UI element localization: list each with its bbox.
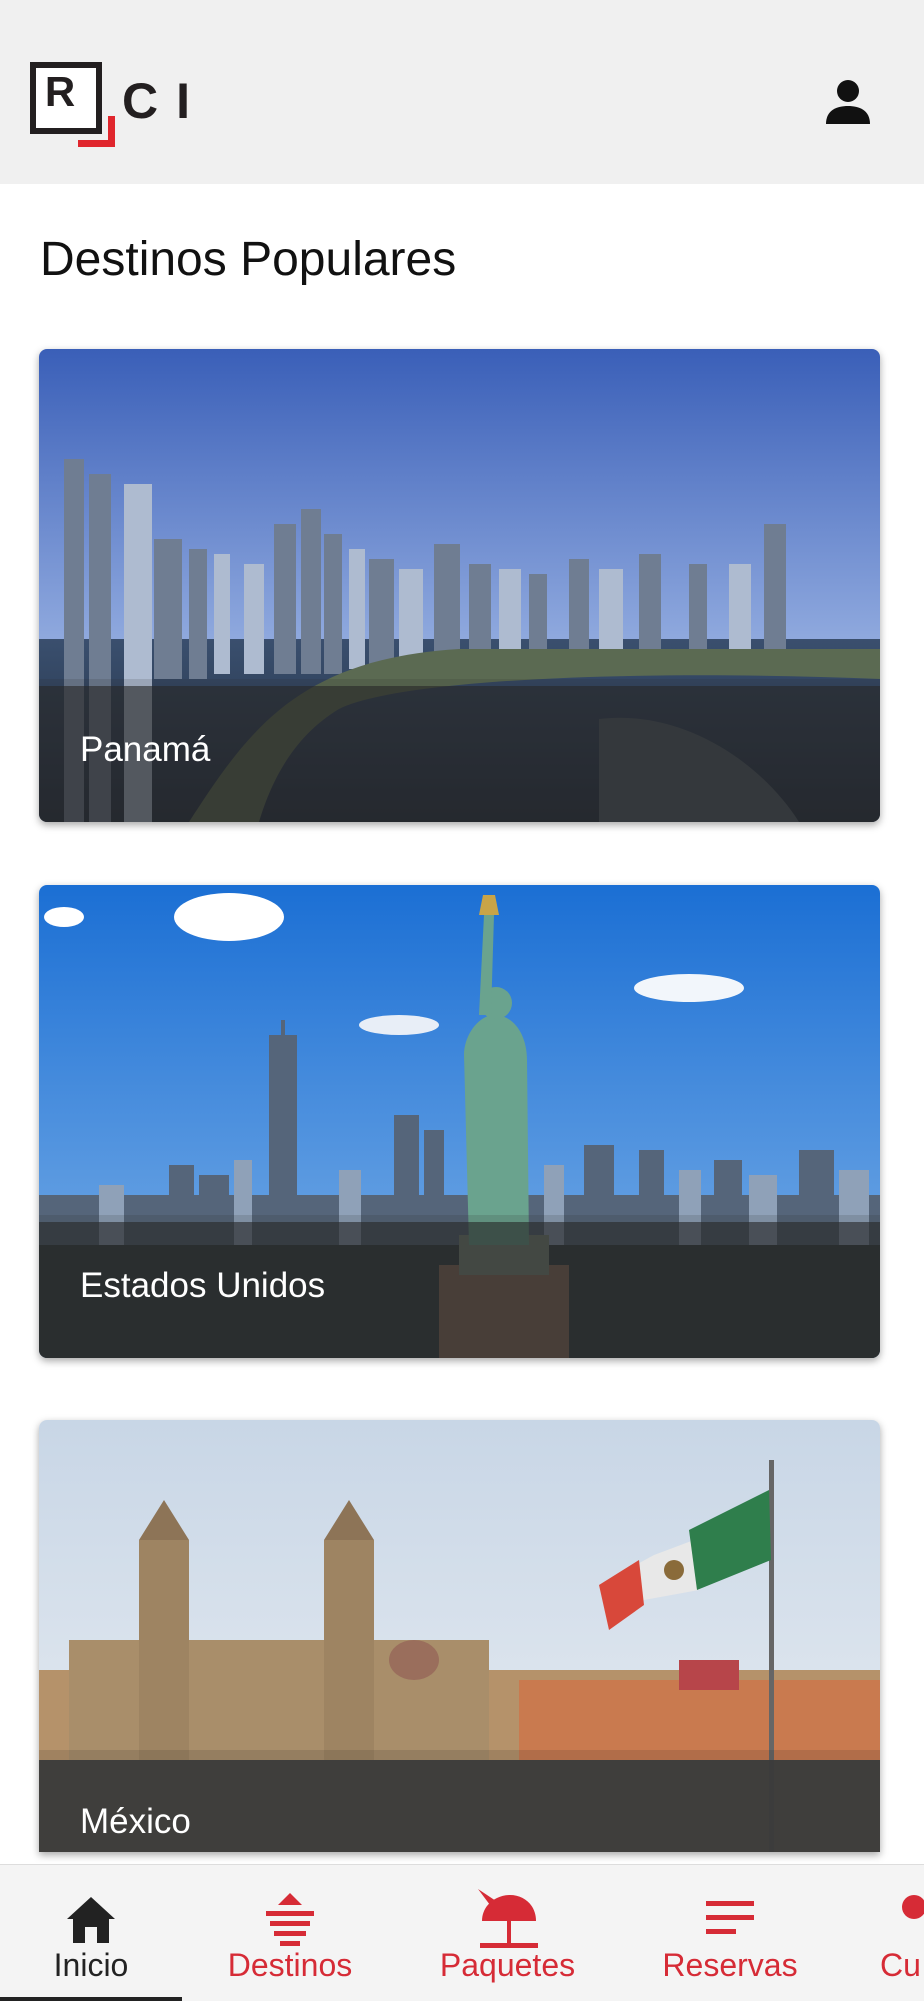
beach-umbrella-icon (477, 1889, 538, 1948)
destination-caption: Panamá (39, 686, 880, 822)
destination-name: Estados Unidos (80, 1266, 326, 1305)
nav-label: Destinos (227, 1947, 353, 1983)
nav-label: Reservas (662, 1947, 798, 1983)
nav-item-reservas[interactable]: Reservas (640, 1865, 820, 2001)
nav-label: Paquetes (439, 1947, 576, 1983)
destination-caption: Estados Unidos (39, 1222, 880, 1358)
destination-name: México (80, 1802, 191, 1841)
list-icon (706, 1901, 754, 1934)
nav-item-destinos[interactable]: Destinos (200, 1865, 380, 2001)
destination-card-usa[interactable]: Estados Unidos (39, 885, 880, 1358)
nav-item-cuenta[interactable]: Cu (868, 1865, 924, 2001)
bottom-navigation: Inicio Destinos Paquetes Reservas Cu (0, 1864, 924, 2001)
page-title: Destinos Populares (40, 233, 457, 286)
home-icon (67, 1897, 115, 1943)
destination-name: Panamá (80, 730, 211, 769)
nav-label: Inicio (53, 1947, 129, 1983)
active-tab-indicator (0, 1997, 182, 2001)
nav-label: Cu (880, 1947, 921, 1983)
logo-ci: CI (122, 73, 208, 129)
destination-card-panama[interactable]: Panamá (39, 349, 880, 822)
logo-corner-accent (78, 116, 115, 147)
nav-item-inicio[interactable]: Inicio (0, 1865, 182, 2001)
destinations-icon (266, 1893, 314, 1946)
logo-r: R (44, 68, 76, 115)
destination-caption: México (39, 1760, 880, 1852)
person-icon (826, 80, 870, 124)
app-header: R CI (0, 0, 924, 184)
nav-item-paquetes[interactable]: Paquetes (420, 1865, 595, 2001)
user-icon (902, 1895, 924, 1919)
destination-card-mexico[interactable]: México (39, 1420, 880, 1852)
profile-button[interactable] (820, 74, 876, 130)
